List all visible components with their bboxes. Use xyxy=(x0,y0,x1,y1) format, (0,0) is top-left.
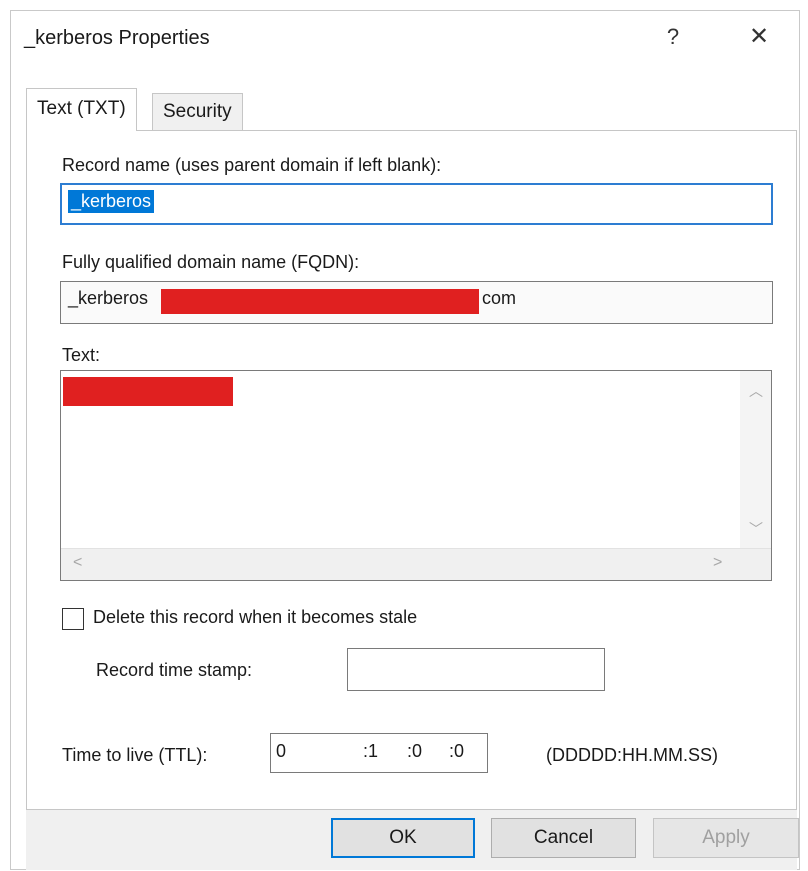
ttl-field[interactable]: 0 :1 :0 :0 xyxy=(270,733,488,773)
ttl-label: Time to live (TTL): xyxy=(62,745,208,765)
ttl-hours[interactable]: :1 xyxy=(363,741,378,762)
delete-stale-label: Delete this record when it becomes stale xyxy=(93,607,418,627)
fqdn-field: _kerberos com xyxy=(60,281,773,324)
ttl-format-hint: (DDDDD:HH.MM.SS) xyxy=(546,745,718,765)
timestamp-field xyxy=(347,648,605,691)
timestamp-label: Record time stamp: xyxy=(96,660,253,680)
ok-button[interactable]: OK xyxy=(331,818,475,858)
scroll-right-icon[interactable]: > xyxy=(713,554,722,572)
fqdn-prefix: _kerberos xyxy=(68,288,149,308)
apply-button[interactable]: Apply xyxy=(653,818,799,858)
scroll-left-icon[interactable]: < xyxy=(73,554,82,572)
fqdn-suffix: com xyxy=(482,288,517,308)
vertical-scrollbar[interactable]: ︿ ﹀ xyxy=(740,371,771,549)
tab-text-txt[interactable]: Text (TXT) xyxy=(26,88,137,131)
ttl-seconds[interactable]: :0 xyxy=(449,741,464,762)
help-button[interactable]: ? xyxy=(658,22,688,52)
horizontal-scrollbar[interactable]: < > xyxy=(61,548,771,580)
delete-stale-checkbox[interactable] xyxy=(62,608,84,630)
ttl-days[interactable]: 0 xyxy=(276,741,286,762)
text-redaction xyxy=(63,377,233,406)
scroll-down-icon[interactable]: ﹀ xyxy=(749,519,763,539)
tab-security[interactable]: Security xyxy=(152,93,243,131)
dialog-title: _kerberos Properties xyxy=(24,27,210,49)
text-area[interactable]: ︿ ﹀ < > xyxy=(60,370,772,581)
close-button[interactable]: ✕ xyxy=(744,22,774,52)
text-label: Text: xyxy=(62,345,101,365)
scroll-up-icon[interactable]: ︿ xyxy=(749,381,763,401)
record-name-label: Record name (uses parent domain if left … xyxy=(62,155,442,175)
record-name-input[interactable]: _kerberos xyxy=(60,183,773,225)
cancel-button[interactable]: Cancel xyxy=(491,818,636,858)
fqdn-redaction xyxy=(161,289,479,314)
ttl-minutes[interactable]: :0 xyxy=(407,741,422,762)
fqdn-label: Fully qualified domain name (FQDN): xyxy=(62,252,360,272)
record-name-value: _kerberos xyxy=(68,190,155,213)
